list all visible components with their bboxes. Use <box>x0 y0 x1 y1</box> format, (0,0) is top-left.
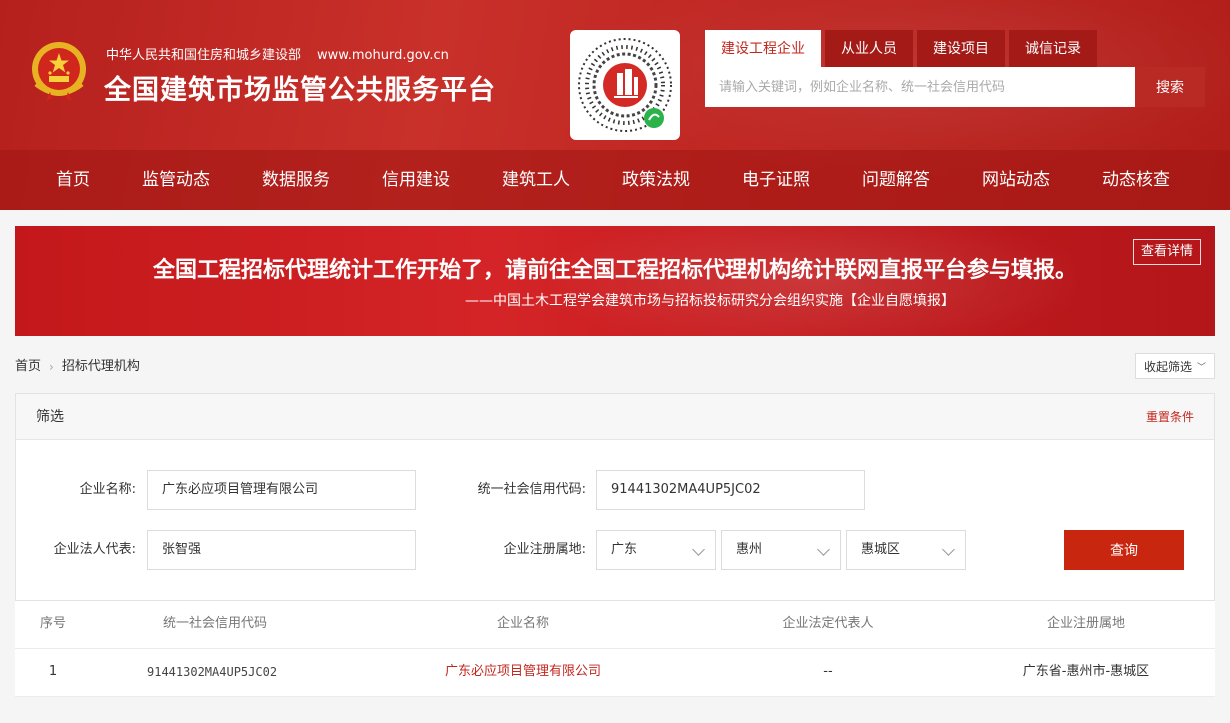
region-label: 企业注册属地: <box>503 542 586 557</box>
row-credit-code: 91441302MA4UP5JC02 <box>147 665 278 679</box>
header-credit-code: 统一社会信用代码 <box>163 616 268 631</box>
nav-item-dynamic-check[interactable]: 动态核查 <box>1076 150 1196 210</box>
nav-item-policies[interactable]: 政策法规 <box>596 150 716 210</box>
header-index: 序号 <box>39 616 66 631</box>
query-button[interactable]: 查询 <box>1064 530 1184 570</box>
chevron-down-icon: ﹀ <box>1197 362 1207 373</box>
chevron-down-icon <box>692 543 705 556</box>
legal-rep-label: 企业法人代表: <box>53 542 136 557</box>
filter-header: 筛选 重置条件 <box>16 394 1214 440</box>
site-header: 中华人民共和国住房和城乡建设部 www.mohurd.gov.cn 全国建筑市场监… <box>0 0 1230 210</box>
nav-item-home[interactable]: 首页 <box>30 150 116 210</box>
nav-item-faq[interactable]: 问题解答 <box>836 150 956 210</box>
nav-item-credit-building[interactable]: 信用建设 <box>356 150 476 210</box>
ministry-name: 中华人民共和国住房和城乡建设部 <box>106 48 302 63</box>
row-company-name: 广东必应项目管理有限公司 <box>347 649 699 697</box>
search-tab-projects[interactable]: 建设项目 <box>917 30 1005 68</box>
banner-headline: 全国工程招标代理统计工作开始了，请前往全国工程招标代理机构统计联网直报平台参与填… <box>152 257 1077 283</box>
collapse-filter-label: 收起筛选 <box>1143 359 1192 374</box>
district-select[interactable]: 惠城区 <box>846 530 966 570</box>
city-value: 惠州 <box>736 542 763 557</box>
ministry-line: 中华人民共和国住房和城乡建设部 www.mohurd.gov.cn <box>106 44 449 64</box>
header-company-name: 企业名称 <box>496 616 549 631</box>
credit-code-field[interactable]: 91441302MA4UP5JC02 <box>596 470 865 510</box>
search-box: 搜索 <box>705 67 1205 107</box>
breadcrumb-current: 招标代理机构 <box>61 359 140 374</box>
announcement-banner[interactable]: 全国工程招标代理统计工作开始了，请前往全国工程招标代理机构统计联网直报平台参与填… <box>15 226 1215 336</box>
header-region: 企业注册属地 <box>1046 616 1125 631</box>
nav-item-e-licenses[interactable]: 电子证照 <box>716 150 836 210</box>
city-select[interactable]: 惠州 <box>721 530 841 570</box>
search-button[interactable]: 搜索 <box>1135 67 1205 107</box>
chevron-down-icon <box>817 543 830 556</box>
table-row: 1 91441302MA4UP5JC02 广东必应项目管理有限公司 -- 广东省… <box>15 649 1215 697</box>
province-select[interactable]: 广东 <box>596 530 716 570</box>
results-table: 序号 统一社会信用代码 企业名称 企业法定代表人 企业注册属地 1 914413… <box>15 601 1215 697</box>
row-index: 1 <box>48 664 58 679</box>
nav-item-data-services[interactable]: 数据服务 <box>236 150 356 210</box>
chevron-down-icon <box>942 543 955 556</box>
collapse-filter-button[interactable]: 收起筛选 ﹀ <box>1135 353 1215 379</box>
row-legal-rep: -- <box>823 664 833 679</box>
nav-item-supervision-news[interactable]: 监管动态 <box>116 150 236 210</box>
district-value: 惠城区 <box>861 542 901 557</box>
national-emblem-icon <box>30 40 88 102</box>
province-value: 广东 <box>611 542 638 557</box>
main-nav: 首页 监管动态 数据服务 信用建设 建筑工人 政策法规 电子证照 问题解答 网站… <box>0 150 1230 210</box>
view-details-button[interactable]: 查看详情 <box>1132 239 1201 265</box>
filter-title: 筛选 <box>36 409 64 425</box>
search-tabs: 建设工程企业 从业人员 建设项目 诚信记录 <box>705 30 1101 68</box>
filter-panel: 筛选 重置条件 企业名称: 广东必应项目管理有限公司 统一社会信用代码: 914… <box>15 393 1215 601</box>
legal-rep-field[interactable]: 张智强 <box>147 530 416 570</box>
search-tab-practitioners[interactable]: 从业人员 <box>825 30 913 68</box>
search-input[interactable] <box>705 67 1135 107</box>
site-title: 全国建筑市场监管公共服务平台 <box>104 75 496 106</box>
company-name-link[interactable]: 广东必应项目管理有限公司 <box>445 664 601 679</box>
reset-filters-link[interactable]: 重置条件 <box>1146 394 1194 440</box>
breadcrumb-home[interactable]: 首页 <box>15 357 41 377</box>
company-name-label: 企业名称: <box>79 482 136 497</box>
banner-subline: ——中国土木工程学会建筑市场与招标投标研究分会组织实施【企业自愿填报】 <box>465 293 955 309</box>
header-legal-rep: 企业法定代表人 <box>782 616 874 631</box>
company-name-field[interactable]: 广东必应项目管理有限公司 <box>147 470 416 510</box>
row-region: 广东省-惠州市-惠城区 <box>1022 664 1150 679</box>
chevron-right-icon: › <box>49 360 54 374</box>
table-header: 序号 统一社会信用代码 企业名称 企业法定代表人 企业注册属地 <box>15 601 1215 649</box>
search-tab-companies[interactable]: 建设工程企业 <box>705 30 821 68</box>
search-tab-credit-records[interactable]: 诚信记录 <box>1009 30 1097 68</box>
credit-code-label: 统一社会信用代码: <box>477 482 586 497</box>
ministry-url[interactable]: www.mohurd.gov.cn <box>317 48 449 63</box>
nav-item-construction-workers[interactable]: 建筑工人 <box>476 150 596 210</box>
mini-program-qr-code-icon <box>570 30 680 140</box>
breadcrumb: 首页 › 招标代理机构 <box>15 357 140 377</box>
nav-item-site-news[interactable]: 网站动态 <box>956 150 1076 210</box>
